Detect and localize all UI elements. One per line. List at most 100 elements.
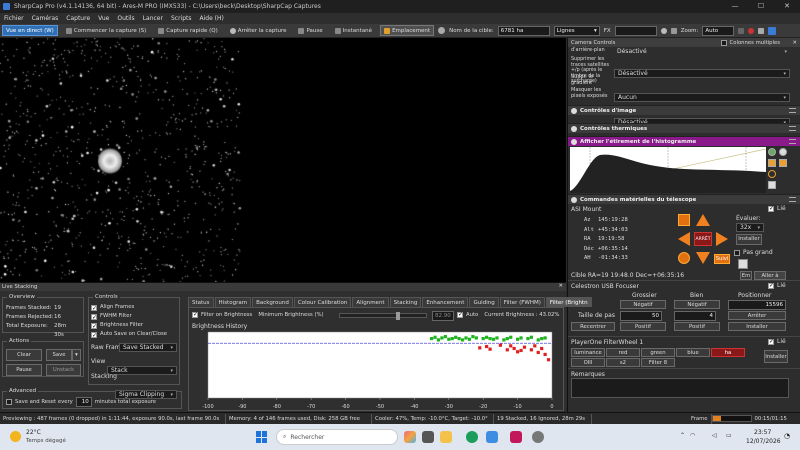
slider-handle[interactable] bbox=[396, 312, 400, 320]
fine-step-input[interactable]: 4 bbox=[674, 311, 716, 321]
histogram-icon[interactable] bbox=[738, 27, 745, 34]
live-view-button[interactable]: Vue en direct (W) bbox=[2, 25, 58, 36]
focuser-link-toggle[interactable]: Lié bbox=[768, 282, 786, 289]
windows-start-icon[interactable] bbox=[256, 431, 268, 443]
filterwheel-install-button[interactable]: Installer bbox=[764, 350, 788, 363]
file-explorer-icon[interactable] bbox=[440, 431, 452, 443]
save-button[interactable]: Save bbox=[46, 349, 72, 361]
remarks-textarea[interactable] bbox=[571, 378, 789, 398]
image-viewer[interactable] bbox=[0, 38, 566, 282]
maximize-button[interactable]: ☐ bbox=[748, 0, 774, 13]
clear-button[interactable]: Clear bbox=[6, 349, 42, 361]
view-select[interactable]: Stack bbox=[107, 366, 177, 375]
mount-stop-button[interactable]: ARRÊT bbox=[694, 232, 712, 246]
pen-icon[interactable] bbox=[768, 26, 777, 35]
save-icon[interactable] bbox=[768, 181, 776, 189]
fine-positive-button[interactable]: Positif bbox=[674, 322, 720, 331]
pause-button[interactable]: Pause bbox=[294, 25, 326, 36]
satellite-trails-select[interactable]: Désactivé bbox=[614, 69, 790, 78]
tab-status[interactable]: Status bbox=[188, 297, 214, 307]
filter-s2-button[interactable]: s2 bbox=[606, 358, 640, 367]
coarse-negative-button[interactable]: Négatif bbox=[620, 300, 666, 309]
reset-icon[interactable] bbox=[768, 170, 776, 178]
save-dropdown-button[interactable]: ▾ bbox=[72, 349, 81, 361]
start-capture-button[interactable]: Commencer la capture (S) bbox=[62, 25, 150, 36]
app-icon[interactable] bbox=[510, 431, 522, 443]
filter-8-button[interactable]: Filter 8 bbox=[641, 358, 675, 367]
weather-desc[interactable]: Temps dégagé bbox=[26, 438, 66, 444]
taskbar-search-box[interactable]: ⌕ Rechercher bbox=[276, 429, 398, 445]
record-icon[interactable] bbox=[748, 27, 755, 34]
tab-background[interactable]: Background bbox=[252, 297, 293, 307]
zoom-histogram-icon[interactable] bbox=[779, 159, 787, 167]
image-controls-header[interactable]: Contrôles d'image bbox=[568, 105, 800, 115]
focuser-install-button[interactable]: Installer bbox=[728, 322, 786, 331]
filter-blue-button[interactable]: blue bbox=[676, 348, 710, 357]
min-brightness-slider[interactable] bbox=[339, 312, 427, 320]
target-name-input[interactable]: 6781 ha bbox=[497, 25, 550, 36]
pier-side-checkbox[interactable] bbox=[734, 249, 740, 256]
menu-capture[interactable]: Capture bbox=[66, 13, 90, 24]
filter-red-button[interactable]: red bbox=[606, 348, 640, 357]
follow-button[interactable]: Suivi bbox=[714, 254, 730, 264]
battery-icon[interactable]: ▭ bbox=[726, 432, 732, 439]
brightness-filter-checkbox[interactable] bbox=[91, 322, 97, 331]
histogram-auto-icon[interactable] bbox=[768, 148, 776, 156]
position-value[interactable]: 15596 bbox=[728, 300, 786, 310]
menu-lancer[interactable]: Lancer bbox=[143, 13, 163, 24]
fine-negative-button[interactable]: Négatif bbox=[674, 300, 720, 309]
quick-capture-button[interactable]: Capture rapide (Q) bbox=[154, 25, 222, 36]
task-view-icon[interactable] bbox=[422, 431, 434, 443]
fx-select[interactable] bbox=[614, 25, 657, 36]
mount-commands-header[interactable]: Commandes matérielles du télescope bbox=[568, 194, 800, 204]
minimize-button[interactable]: — bbox=[722, 0, 748, 13]
menu-aide[interactable]: Aide (H) bbox=[200, 13, 224, 24]
tray-chevron-icon[interactable]: ⌃ bbox=[680, 432, 685, 439]
network-icon[interactable]: ◠ bbox=[690, 432, 695, 439]
histogram-header[interactable]: Afficher l'étirement de l'histogramme bbox=[568, 136, 800, 146]
filterwheel-link-checkbox[interactable] bbox=[768, 338, 774, 345]
tab-filter-brightness[interactable]: Filter (Brightn bbox=[545, 297, 592, 307]
pier-side-toggle[interactable]: Pas grand bbox=[734, 249, 773, 256]
grid-icon[interactable] bbox=[670, 27, 677, 34]
placement-button[interactable]: Emplacement bbox=[380, 25, 435, 36]
save-reset-checkbox[interactable] bbox=[6, 399, 12, 405]
menu-icon[interactable] bbox=[789, 197, 796, 202]
min-brightness-input[interactable]: 82.90 bbox=[432, 311, 454, 321]
gradient-select[interactable]: Aucun bbox=[614, 93, 790, 102]
stretch-icon[interactable] bbox=[768, 159, 776, 167]
mount-link-checkbox[interactable] bbox=[768, 205, 774, 212]
clock-date[interactable]: 12/07/2026 bbox=[746, 438, 781, 445]
widgets-icon[interactable] bbox=[404, 431, 416, 443]
tab-stacking[interactable]: Stacking bbox=[389, 297, 422, 307]
align-frames-checkbox[interactable] bbox=[91, 304, 97, 313]
filterwheel-link-toggle[interactable]: Lié bbox=[768, 338, 786, 345]
menu-scripts[interactable]: Scripts bbox=[171, 13, 192, 24]
north-arrow-icon[interactable] bbox=[696, 214, 710, 226]
menu-fichier[interactable]: Fichier bbox=[4, 13, 24, 24]
close-icon[interactable]: ✕ bbox=[559, 283, 563, 289]
thermal-controls-header[interactable]: Contrôles thermiques bbox=[568, 123, 800, 133]
close-button[interactable]: ✕ bbox=[774, 0, 800, 13]
menu-icon[interactable] bbox=[789, 108, 796, 113]
menu-cameras[interactable]: Caméras bbox=[32, 13, 59, 24]
auto-checkbox[interactable] bbox=[457, 311, 463, 318]
sharpcap-taskbar-icon[interactable] bbox=[532, 431, 544, 443]
focuser-link-checkbox[interactable] bbox=[768, 282, 774, 289]
settings-icon[interactable] bbox=[758, 27, 765, 34]
save-reset-input[interactable]: 10 bbox=[75, 397, 92, 407]
weather-sun-icon[interactable] bbox=[10, 431, 21, 442]
mount-install-button[interactable]: Installer bbox=[736, 234, 762, 245]
filter-ha-button[interactable]: ha bbox=[711, 348, 745, 357]
menu-outils[interactable]: Outils bbox=[117, 13, 134, 24]
tab-histogram[interactable]: Histogram bbox=[214, 297, 252, 307]
em-button[interactable]: Em bbox=[740, 271, 752, 280]
focuser-stop-button[interactable]: Arrêter bbox=[728, 311, 786, 320]
notifications-icon[interactable]: ◔ bbox=[784, 432, 790, 440]
filter-luminance-button[interactable]: luminance bbox=[571, 348, 605, 357]
raw-frames-select[interactable]: Save Stacked bbox=[119, 343, 177, 352]
auto-save-checkbox[interactable] bbox=[91, 331, 97, 340]
rate-select[interactable]: 32x bbox=[736, 223, 764, 232]
south-arrow-icon[interactable] bbox=[696, 252, 710, 264]
tab-filter-fwhm[interactable]: Filter (FWHM) bbox=[499, 297, 545, 307]
